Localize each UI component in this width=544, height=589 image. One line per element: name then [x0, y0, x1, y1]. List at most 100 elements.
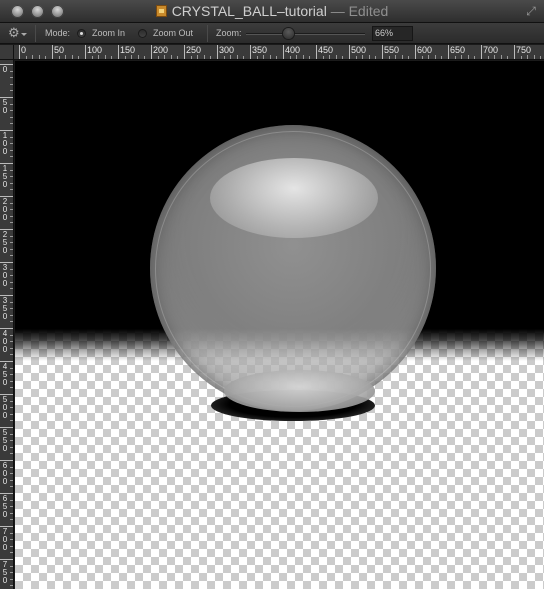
- ruler-minor-tick: [236, 55, 238, 59]
- ruler-minor-tick: [428, 55, 430, 59]
- ruler-minor-tick: [302, 55, 304, 59]
- ruler-minor-tick: [10, 453, 13, 455]
- ruler-minor-tick: [98, 55, 100, 59]
- ruler-major-tick: [151, 45, 152, 59]
- ruler-label: 550: [384, 45, 400, 55]
- window-title: CRYSTAL_BALL–tutorial — Edited: [0, 3, 544, 19]
- ruler-minor-tick: [10, 585, 13, 587]
- zoom-out-label[interactable]: Zoom Out: [153, 28, 193, 39]
- ruler-minor-tick: [10, 116, 13, 118]
- document-canvas[interactable]: [15, 61, 544, 589]
- ruler-label: 200: [153, 45, 169, 55]
- ruler-label: 150: [2, 164, 8, 189]
- ruler-minor-tick: [494, 55, 496, 59]
- chevron-down-icon[interactable]: [21, 33, 27, 36]
- ruler-minor-tick: [58, 56, 60, 59]
- ruler-minor-tick: [441, 56, 443, 59]
- ruler-label: 600: [2, 461, 8, 486]
- zoom-in-radio[interactable]: [77, 29, 86, 38]
- ruler-minor-tick: [408, 56, 410, 59]
- toolbar-divider: [35, 25, 36, 42]
- ruler-minor-tick: [10, 149, 13, 151]
- ruler-minor-tick: [10, 202, 13, 204]
- ruler-minor-tick: [10, 143, 13, 145]
- ruler-minor-tick: [10, 308, 13, 310]
- ruler-minor-tick: [197, 55, 199, 59]
- ruler-major-tick: [448, 45, 449, 59]
- ruler-label: 450: [318, 45, 334, 55]
- ruler-minor-tick: [10, 539, 13, 541]
- zoom-value-field[interactable]: 66%: [372, 26, 413, 41]
- ruler-major-tick: [85, 45, 86, 59]
- ruler-minor-tick: [10, 367, 13, 369]
- ruler-minor-tick: [474, 56, 476, 59]
- ruler-label: 400: [285, 45, 301, 55]
- ruler-label: 50: [54, 45, 65, 55]
- gear-icon[interactable]: ⚙: [8, 26, 20, 40]
- ruler-minor-tick: [401, 55, 403, 59]
- ruler-label: 100: [2, 131, 8, 156]
- ruler-minor-tick: [170, 55, 172, 59]
- tool-options-bar: ⚙ Mode: Zoom In Zoom Out Zoom: 66%: [0, 23, 544, 44]
- zoom-in-label[interactable]: Zoom In: [92, 28, 125, 39]
- ruler-minor-tick: [10, 110, 13, 112]
- ruler-minor-tick: [10, 189, 13, 191]
- ruler-minor-tick: [10, 532, 13, 534]
- ruler-label: 300: [219, 45, 235, 55]
- ruler-minor-tick: [10, 545, 13, 547]
- ruler-minor-tick: [10, 242, 13, 244]
- ruler-minor-tick: [45, 56, 47, 59]
- ruler-minor-tick: [10, 222, 13, 224]
- ruler-label: 250: [2, 230, 8, 255]
- ruler-minor-tick: [10, 440, 13, 442]
- zoom-slider-thumb[interactable]: [282, 28, 294, 39]
- ruler-minor-tick: [10, 519, 13, 521]
- ruler-minor-tick: [10, 578, 13, 580]
- ruler-label: 350: [2, 296, 8, 321]
- ruler-minor-tick: [520, 56, 522, 59]
- ruler-minor-tick: [434, 55, 436, 59]
- ruler-minor-tick: [540, 56, 542, 59]
- ruler-minor-tick: [65, 55, 67, 59]
- ruler-minor-tick: [10, 341, 13, 343]
- ruler-label: 150: [120, 45, 136, 55]
- ruler-minor-tick: [467, 55, 469, 59]
- window-title-name: CRYSTAL_BALL–tutorial: [171, 3, 327, 19]
- ruler-minor-tick: [335, 55, 337, 59]
- ruler-minor-tick: [32, 55, 34, 59]
- crystal-ball-highlight: [210, 158, 378, 238]
- zoom-slider[interactable]: [246, 33, 365, 35]
- ruler-minor-tick: [223, 56, 225, 59]
- ruler-label: 250: [186, 45, 202, 55]
- fullscreen-icon[interactable]: ⤢: [524, 4, 538, 18]
- ruler-minor-tick: [10, 446, 13, 448]
- ruler-minor-tick: [38, 55, 40, 59]
- ruler-major-tick: [118, 45, 119, 59]
- ruler-minor-tick: [25, 56, 27, 59]
- ruler-minor-tick: [10, 314, 13, 316]
- title-bar: CRYSTAL_BALL–tutorial — Edited ⤢: [0, 0, 544, 23]
- ruler-label: 750: [2, 560, 8, 585]
- ruler-label: 400: [2, 329, 8, 354]
- ruler-minor-tick: [157, 56, 159, 59]
- ruler-label: 550: [2, 428, 8, 453]
- ruler-minor-tick: [329, 55, 331, 59]
- ruler-minor-tick: [269, 55, 271, 59]
- horizontal-ruler[interactable]: 0 50 100 150 200 250 300 350 400 450 500 550 600 650 7…: [14, 45, 544, 60]
- ruler-minor-tick: [10, 156, 13, 158]
- ruler-label: 700: [483, 45, 499, 55]
- ruler-label: 0: [21, 45, 27, 55]
- ruler-minor-tick: [388, 56, 390, 59]
- ruler-label: 650: [450, 45, 466, 55]
- ruler-minor-tick: [91, 56, 93, 59]
- ruler-minor-tick: [10, 248, 13, 250]
- ruler-minor-tick: [368, 55, 370, 59]
- ruler-minor-tick: [309, 56, 311, 59]
- zoom-out-radio[interactable]: [138, 29, 147, 38]
- ruler-major-tick: [250, 45, 251, 59]
- ruler-minor-tick: [10, 334, 13, 336]
- ruler-minor-tick: [10, 215, 13, 217]
- document-icon[interactable]: [155, 5, 167, 17]
- vertical-ruler[interactable]: 0 50 100 150 200 250 300 350 400 450 500 550 600 650 7…: [0, 60, 14, 589]
- ruler-minor-tick: [487, 56, 489, 59]
